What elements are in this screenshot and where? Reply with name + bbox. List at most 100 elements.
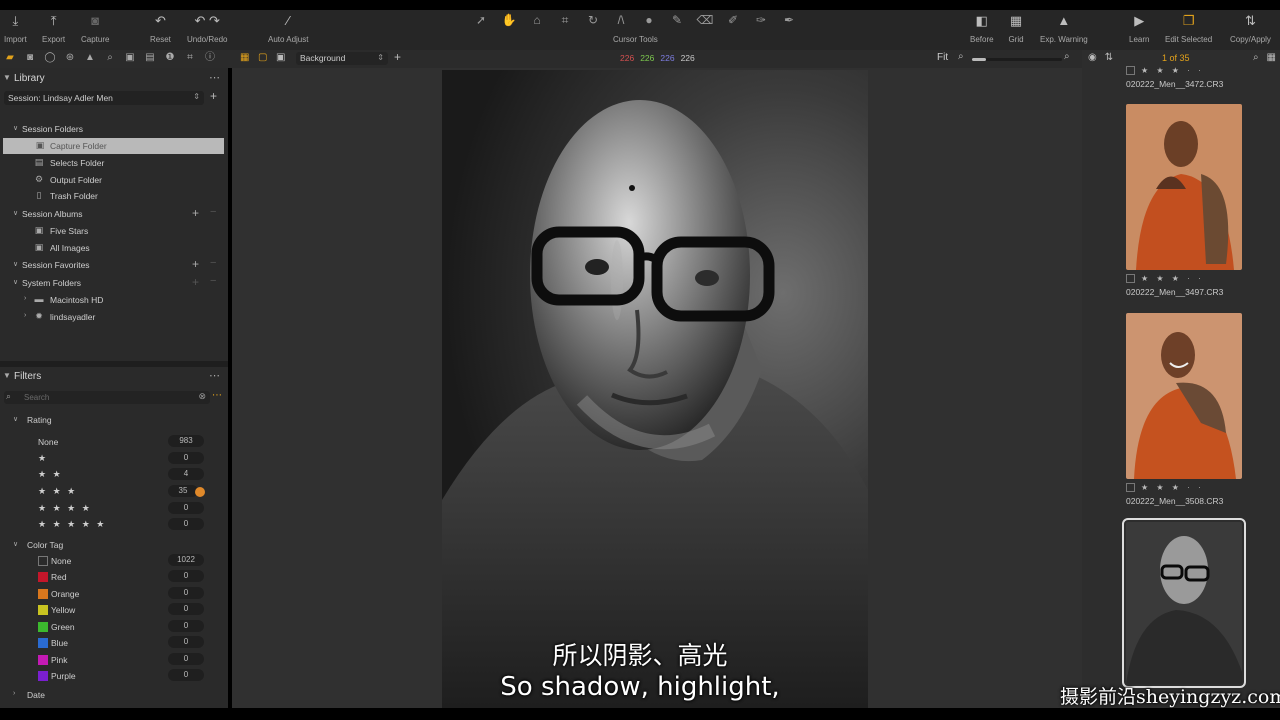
exp-warning-button[interactable]: ▲ Exp. Warning (1040, 10, 1088, 50)
zoom-slider[interactable] (972, 58, 1062, 61)
thumbnail-item-3472[interactable]: ★ ★ ★ · · 020222_Men__3472.CR3 (1126, 66, 1242, 89)
learn-button[interactable]: ▶ Learn (1129, 10, 1149, 50)
select-checkbox[interactable] (1126, 66, 1135, 75)
more-icon[interactable]: ⋯ (209, 71, 220, 84)
rating-2-row[interactable]: ★ ★ 4 (0, 467, 228, 483)
clear-search-icon[interactable]: ⊗ (198, 391, 206, 402)
thumbnail-item-3508[interactable]: ★ ★ ★ · · 020222_Men__3508.CR3 (1126, 313, 1242, 506)
undo-redo-button[interactable]: ↶ ↷ Undo/Redo (187, 10, 227, 50)
main-toolbar: ⤓ Import ⤒ Export ◙ Capture ↶ Reset ↶ ↷ Undo/… (0, 10, 1280, 50)
capture-button[interactable]: ◙ Capture (81, 10, 109, 50)
layer-select[interactable]: Background ⇕ (296, 52, 388, 65)
color-swatch (38, 589, 48, 599)
thumbnail-item-3497[interactable]: ★ ★ ★ · · 020222_Men__3497.CR3 (1126, 104, 1242, 297)
adjust-tab-icon[interactable]: ❶ (164, 52, 176, 64)
import-button[interactable]: ⤓ Import (4, 10, 27, 50)
gradient-icon[interactable]: ✐ (724, 13, 742, 28)
zoom-fit-label[interactable]: Fit (937, 52, 948, 63)
rating-none-row[interactable]: None 983 (0, 434, 228, 450)
grid-icon: ▦ (1009, 13, 1023, 28)
crop-icon[interactable]: ⌗ (556, 13, 574, 28)
single-view-icon[interactable]: ▢ (258, 52, 267, 63)
edit-selected-button[interactable]: ❐ Edit Selected (1165, 10, 1212, 50)
system-folders-header[interactable]: ∨ System Folders + − (0, 275, 228, 291)
color-tag-row[interactable]: Orange 0 (0, 586, 228, 602)
info-tab-icon[interactable]: ⓘ (204, 52, 216, 64)
brush-icon[interactable]: ✎ (668, 13, 686, 28)
eye-icon[interactable]: ◉ (1088, 52, 1097, 63)
reset-button[interactable]: ↶ Reset (150, 10, 171, 50)
color-tag-row[interactable]: Red 0 (0, 569, 228, 585)
sidebar-item-lindsayadler[interactable]: › ✹ lindsayadler (0, 309, 228, 325)
copy-apply-button[interactable]: ⇅ Copy/Apply (1230, 10, 1271, 50)
remove-favorite-icon[interactable]: − (210, 257, 216, 269)
select-arrow-icon[interactable]: ➚ (472, 13, 490, 28)
metadata-tab-icon[interactable]: ▤ (144, 52, 156, 64)
add-layer-icon[interactable]: + (394, 50, 401, 64)
search-icon[interactable]: ⌕ (1253, 52, 1259, 63)
rating-5-row[interactable]: ★ ★ ★ ★ ★ 0 (0, 517, 228, 533)
main-photo[interactable] (442, 70, 868, 708)
details-tab-icon[interactable]: ⌕ (104, 52, 116, 64)
filter-search-input[interactable]: ⌕ Search ⊗ (4, 391, 210, 404)
sidebar-item-five-stars[interactable]: ▣ Five Stars (0, 223, 228, 239)
grid-icon[interactable]: ▦ (1267, 52, 1276, 63)
loupe-icon[interactable]: ⌂ (528, 13, 546, 28)
thumbnail-image[interactable] (1126, 313, 1242, 479)
remove-system-folder-icon[interactable]: − (210, 275, 216, 287)
filters-header[interactable]: ▼ Filters ⋯ (0, 368, 228, 386)
exposure-tab-icon[interactable]: ⊛ (64, 52, 76, 64)
proof-view-icon[interactable]: ▣ (276, 52, 285, 63)
before-button[interactable]: ◧ Before (970, 10, 994, 50)
auto-adjust-button[interactable]: ⁄ Auto Adjust (268, 10, 308, 50)
sort-icon[interactable]: ⇅ (1105, 52, 1113, 63)
grid-button[interactable]: ▦ Grid (1008, 10, 1024, 50)
capture-tab-icon[interactable]: ◙ (24, 52, 36, 64)
library-header[interactable]: ▼ Library ⋯ (0, 70, 228, 88)
sidebar-item-output-folder[interactable]: ⚙ Output Folder (0, 172, 228, 188)
session-folders-header[interactable]: ∨ Session Folders (0, 121, 228, 137)
multi-view-icon[interactable]: ▦ (240, 52, 249, 63)
annotate-icon[interactable]: ✒ (780, 13, 798, 28)
add-session-icon[interactable]: + (210, 89, 217, 103)
count-badge: 4 (168, 468, 204, 480)
rating-3-row[interactable]: ★ ★ ★ 35 (0, 484, 228, 500)
remove-album-icon[interactable]: − (210, 206, 216, 218)
color-tag-header[interactable]: ∨ Color Tag (0, 537, 228, 553)
layers-tab-icon[interactable]: ▲ (84, 52, 96, 64)
add-favorite-icon[interactable]: + (192, 257, 199, 271)
sidebar-item-selects-folder[interactable]: ▤ Selects Folder (0, 155, 228, 171)
more-icon[interactable]: ⋯ (209, 369, 220, 382)
color-tag-row[interactable]: Green 0 (0, 619, 228, 635)
session-favorites-header[interactable]: ∨ Session Favorites + − (0, 257, 228, 273)
crop-tab-icon[interactable]: ⌗ (184, 52, 196, 64)
session-selector[interactable]: Session: Lindsay Adler Men ⇕ (4, 91, 204, 105)
select-checkbox[interactable] (1126, 483, 1135, 492)
color-tag-row[interactable]: Yellow 0 (0, 602, 228, 618)
sidebar-item-capture-folder[interactable]: ▣ Capture Folder (3, 138, 224, 154)
session-albums-header[interactable]: ∨ Session Albums + − (0, 206, 228, 222)
select-checkbox[interactable] (1126, 274, 1135, 283)
watermark: 摄影前沿sheyingzyz.com (1060, 686, 1280, 708)
sidebar-item-all-images[interactable]: ▣ All Images (0, 240, 228, 256)
thumbnail-image[interactable] (1126, 104, 1242, 270)
add-system-folder-icon[interactable]: + (192, 275, 199, 289)
color-tag-row[interactable]: None 1022 (0, 553, 228, 569)
zoom-in-icon[interactable]: ⌕ (1064, 51, 1070, 62)
zoom-out-icon[interactable]: ⌕ (958, 51, 964, 62)
rating-1-row[interactable]: ★ 0 (0, 451, 228, 467)
export-button[interactable]: ⤒ Export (42, 10, 65, 50)
library-tab-icon[interactable]: ▰ (4, 52, 16, 64)
color-tab-icon[interactable]: ◯ (44, 52, 56, 64)
rating-header[interactable]: ∨ Rating (0, 412, 228, 428)
rating-4-row[interactable]: ★ ★ ★ ★ 0 (0, 501, 228, 517)
rotate-icon[interactable]: ↻ (584, 13, 602, 28)
eraser-icon[interactable]: ⌫ (696, 13, 714, 28)
sidebar-item-macintosh-hd[interactable]: › ▬ Macintosh HD (0, 292, 228, 308)
add-album-icon[interactable]: + (192, 206, 199, 220)
search-options-icon[interactable]: ⋯ (212, 390, 222, 401)
pan-hand-icon[interactable]: ✋ (500, 13, 518, 28)
sidebar-item-trash-folder[interactable]: ▯ Trash Folder (0, 188, 228, 204)
picker-icon[interactable]: ✑ (752, 13, 770, 28)
lens-tab-icon[interactable]: ▣ (124, 52, 136, 64)
